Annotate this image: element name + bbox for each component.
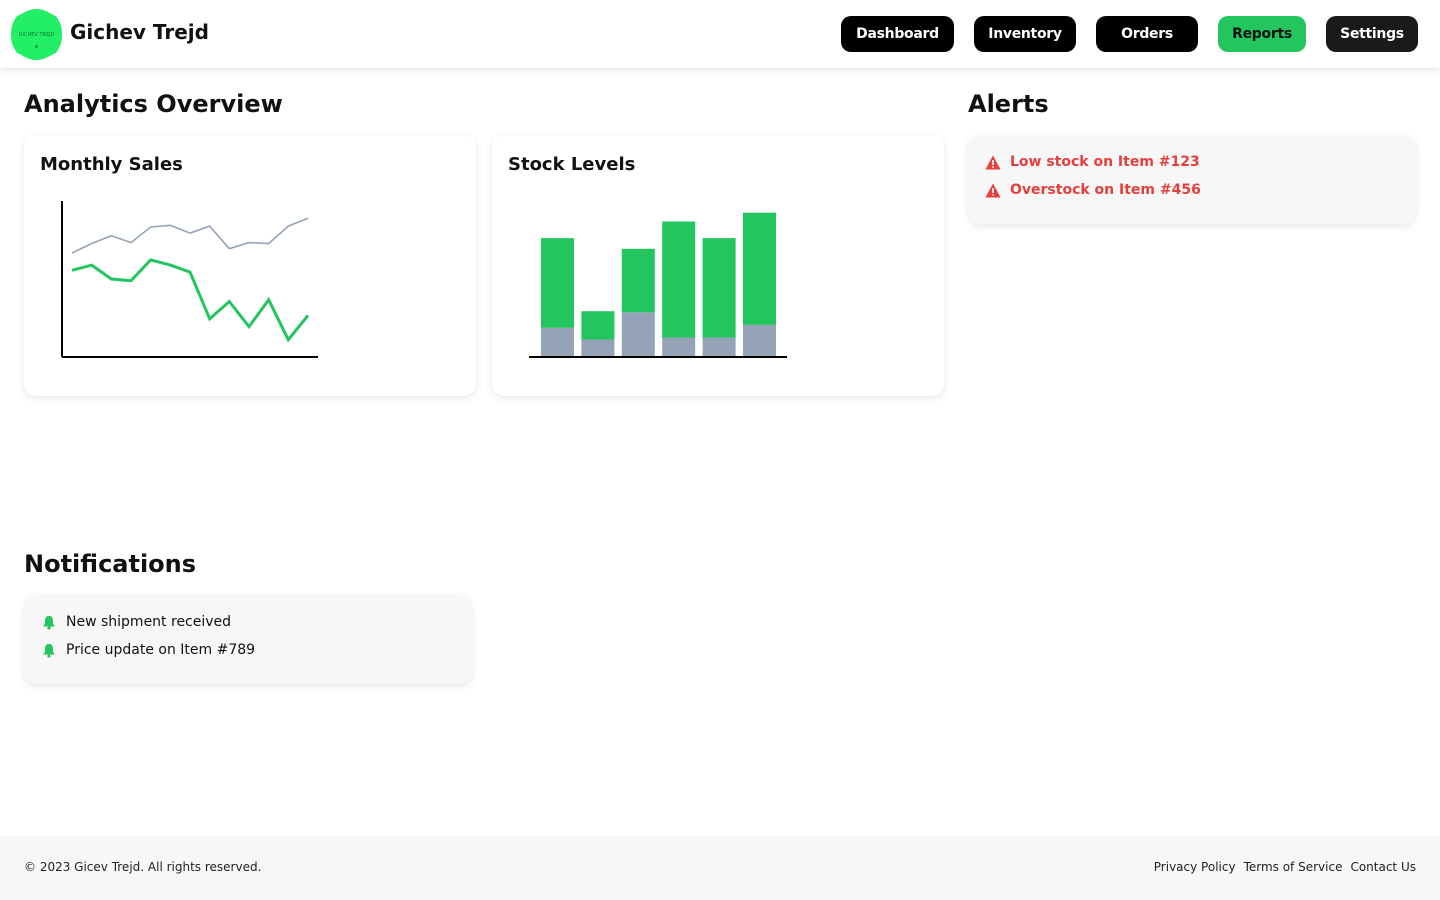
- stock-bar-4-segment-2: [662, 221, 696, 338]
- footer-links: Privacy Policy Terms of Service Contact …: [1154, 860, 1416, 874]
- stock-bar-2-segment-1: [581, 339, 615, 357]
- stock-levels-card: Stock Levels: [492, 136, 944, 396]
- notification-text: Price update on Item #789: [66, 642, 256, 658]
- stock-bar-5-segment-2: [702, 238, 736, 338]
- page-footer: © 2023 Gicev Trejd. All rights reserved.…: [0, 836, 1440, 900]
- nav-orders-button[interactable]: Orders: [1096, 16, 1198, 52]
- bell-icon: [40, 613, 58, 631]
- analytics-overview-title: Analytics Overview: [24, 90, 283, 118]
- notification-text: New shipment received: [66, 614, 232, 630]
- svg-text:GICHEV TREJD: GICHEV TREJD: [19, 32, 55, 38]
- stock-bar-3-segment-1: [621, 312, 655, 357]
- alert-item[interactable]: Overstock on Item #456: [984, 180, 1201, 200]
- brand-name[interactable]: Gichev Trejd: [70, 20, 209, 44]
- nav-dashboard-button[interactable]: Dashboard: [841, 16, 954, 52]
- warning-icon: [984, 153, 1002, 171]
- stock-bar-1-segment-2: [541, 238, 574, 328]
- terms-of-service-link[interactable]: Terms of Service: [1244, 860, 1343, 874]
- monthly-sales-chart: [61, 201, 318, 358]
- warning-icon: [984, 181, 1002, 199]
- alerts-panel: Low stock on Item #123 Overstock on Item…: [968, 136, 1416, 224]
- bell-icon: [40, 641, 58, 659]
- notification-item[interactable]: New shipment received: [40, 612, 231, 632]
- stock-bar-6-segment-2: [743, 212, 776, 325]
- stock-bar-1-segment-1: [541, 327, 574, 358]
- notifications-title: Notifications: [24, 550, 197, 578]
- brand-logo[interactable]: GICHEV TREJD ▲: [10, 8, 63, 61]
- notifications-panel: New shipment received Price update on It…: [24, 596, 472, 684]
- sales-series-line-2: [71, 258, 310, 343]
- stock-levels-title: Stock Levels: [508, 154, 636, 175]
- notification-item[interactable]: Price update on Item #789: [40, 640, 255, 660]
- stock-levels-chart: [529, 212, 787, 358]
- privacy-policy-link[interactable]: Privacy Policy: [1154, 860, 1236, 874]
- contact-us-link[interactable]: Contact Us: [1350, 860, 1416, 874]
- top-header: GICHEV TREJD ▲ Gichev Trejd Dashboard In…: [0, 0, 1440, 68]
- nav-reports-button[interactable]: Reports: [1218, 16, 1306, 52]
- nav-settings-button[interactable]: Settings: [1326, 16, 1418, 52]
- stock-bar-3-segment-2: [621, 248, 655, 313]
- sales-series-line-1: [71, 217, 309, 254]
- copyright-text: © 2023 Gicev Trejd. All rights reserved.: [24, 860, 262, 874]
- stock-bar-4-segment-1: [662, 337, 696, 357]
- stock-bar-2-segment-2: [581, 311, 615, 340]
- stock-bar-6-segment-1: [743, 324, 776, 357]
- monthly-sales-card: Monthly Sales: [24, 136, 476, 396]
- alerts-title: Alerts: [968, 90, 1049, 118]
- alert-text: Overstock on Item #456: [1010, 182, 1201, 198]
- stock-bar-5-segment-1: [702, 337, 736, 357]
- logo-badge-icon: GICHEV TREJD ▲: [11, 9, 62, 60]
- alert-item[interactable]: Low stock on Item #123: [984, 152, 1200, 172]
- monthly-sales-title: Monthly Sales: [40, 154, 183, 175]
- nav-inventory-button[interactable]: Inventory: [974, 16, 1076, 52]
- alert-text: Low stock on Item #123: [1010, 154, 1200, 170]
